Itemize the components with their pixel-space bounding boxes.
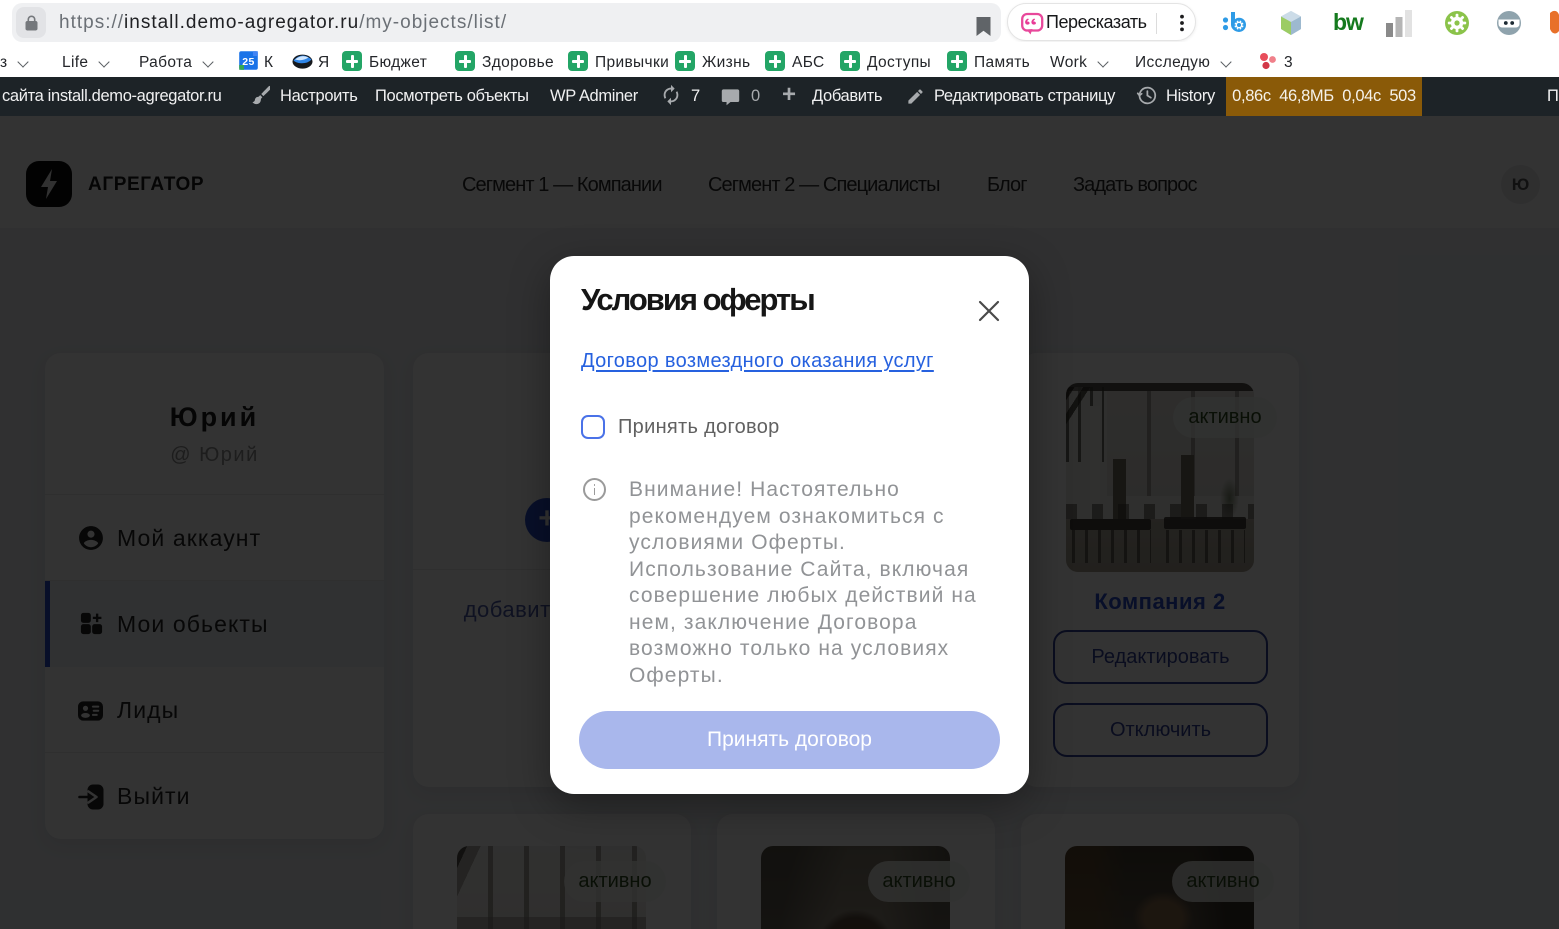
- svg-text:25: 25: [242, 56, 254, 68]
